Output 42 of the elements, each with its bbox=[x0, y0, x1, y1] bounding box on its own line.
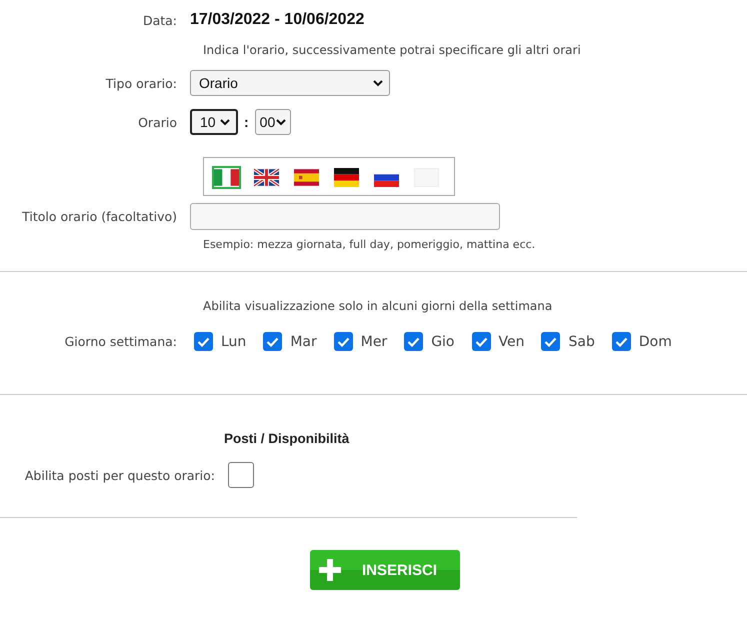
hour-select[interactable]: 10 bbox=[190, 109, 238, 135]
checkmark-icon bbox=[614, 336, 628, 346]
day-label: Lun bbox=[221, 334, 246, 350]
checkmark-icon bbox=[336, 336, 350, 346]
day-label: Dom bbox=[638, 334, 672, 350]
day-label: Gio bbox=[431, 334, 454, 350]
checkmark-icon bbox=[544, 336, 558, 346]
hint-text: Abilita visualizzazione solo in alcuni giorni della settimana bbox=[203, 299, 552, 313]
checkbox[interactable] bbox=[263, 332, 282, 351]
chevron-down-icon bbox=[373, 80, 383, 86]
checkbox[interactable] bbox=[541, 332, 560, 351]
section-heading: Posti / Disponibilità bbox=[224, 431, 350, 446]
checkbox[interactable] bbox=[228, 462, 254, 488]
hint-text: Indica l'orario, successivamente potrai specificare gli altri orari bbox=[203, 43, 581, 57]
type-select[interactable]: Orario bbox=[190, 70, 390, 96]
checkbox[interactable] bbox=[194, 332, 213, 351]
example-text: Esempio: mezza giornata, full day, pomeriggio, mattina ecc. bbox=[203, 238, 536, 251]
chevron-down-icon bbox=[276, 118, 286, 126]
day-label: Sab bbox=[568, 334, 595, 350]
checkmark-icon bbox=[197, 336, 210, 346]
checkmark-icon bbox=[266, 336, 280, 346]
minute-select[interactable]: 00 bbox=[254, 109, 291, 135]
day-label: Ven bbox=[498, 334, 524, 350]
field-label: Tipo orario: bbox=[104, 76, 178, 90]
field-label: Abilita posti per questo orario: bbox=[24, 468, 216, 482]
field-label: Titolo orario (facoltativo) bbox=[21, 209, 178, 224]
checkmark-icon bbox=[474, 336, 488, 346]
day-label: Mer bbox=[360, 334, 388, 350]
field-label: Data: bbox=[142, 12, 178, 28]
field-label: Giorno settimana: bbox=[64, 334, 178, 349]
field-label: Orario bbox=[137, 114, 178, 130]
day-label: Mar bbox=[290, 334, 317, 350]
plus-icon bbox=[318, 558, 342, 582]
title-input[interactable] bbox=[190, 203, 500, 230]
checkbox[interactable] bbox=[404, 332, 424, 351]
chevron-down-icon bbox=[220, 118, 230, 126]
date-range: 17/03/2022 - 10/06/2022 bbox=[190, 11, 364, 29]
checkbox[interactable] bbox=[472, 332, 490, 351]
checkmark-icon bbox=[407, 336, 420, 346]
checkbox[interactable] bbox=[334, 332, 353, 351]
checkbox[interactable] bbox=[612, 332, 631, 351]
time-separator: : bbox=[244, 114, 249, 130]
